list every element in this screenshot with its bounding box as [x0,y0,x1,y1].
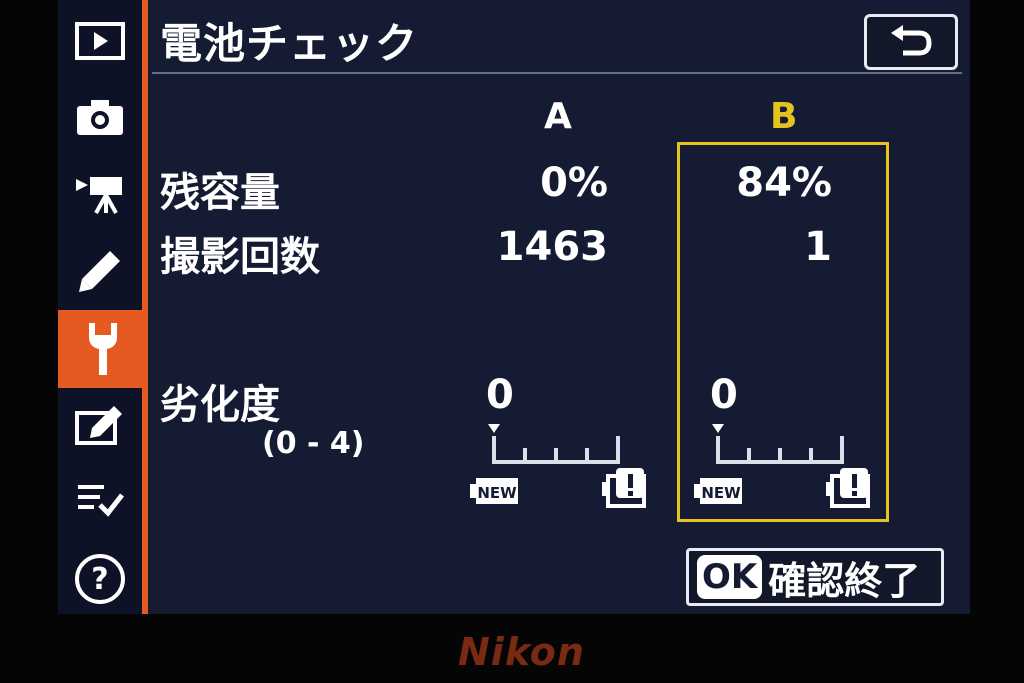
sidebar-item-retouch[interactable] [58,394,142,456]
movie-icon [76,177,122,214]
sidebar-item-my-menu[interactable] [58,468,142,530]
ok-button-label: 確認終了 [768,558,921,603]
new-battery-text: NEW [477,484,517,502]
gauge-marker [488,424,500,433]
battery-a-degradation-gauge: NEW [470,424,646,508]
camera-brand-logo: Nikon [458,630,585,674]
ok-confirm-button[interactable]: OK 確認終了 [686,548,944,606]
camera-icon [77,100,123,135]
sidebar-item-movie-shooting[interactable] [58,162,142,224]
back-button[interactable] [864,14,958,70]
battery-b-degradation-gauge: NEW [694,424,870,508]
degradation-range-label: (0 - 4) [262,426,365,461]
worn-battery-icon [826,468,870,508]
sidebar-item-photo-shooting[interactable] [58,86,142,148]
wrench-icon [89,323,117,375]
remaining-capacity-label: 残容量 [160,170,280,216]
sidebar-item-help[interactable]: ? [58,548,142,610]
page-title: 電池チェック [160,19,419,68]
svg-text:?: ? [91,562,108,597]
sidebar-edge [142,0,148,614]
battery-a-degradation: 0 [486,372,514,418]
battery-a-remaining: 0% [540,160,608,206]
column-b-label: B [770,96,798,137]
retouch-icon [75,406,122,445]
my-menu-icon [78,485,124,517]
header-divider [152,72,962,74]
gauge-marker [712,424,724,433]
sidebar-item-playback[interactable] [58,10,142,72]
battery-b-degradation: 0 [710,372,738,418]
new-battery-icon: NEW [470,478,518,504]
new-battery-text: NEW [701,484,741,502]
column-a-label: A [544,96,572,137]
degradation-label: 劣化度 [160,382,280,428]
help-icon: ? [75,554,125,604]
new-battery-icon: NEW [694,478,742,504]
shot-count-label: 撮影回数 [160,234,320,280]
playback-icon [75,22,125,60]
back-arrow-icon [891,25,932,56]
sidebar-item-custom-settings[interactable] [58,240,142,302]
ok-badge: OK [697,555,763,599]
worn-battery-icon [602,468,646,508]
battery-a-shots: 1463 [496,224,608,270]
pencil-icon [79,251,120,292]
sidebar-item-setup[interactable] [58,310,148,388]
